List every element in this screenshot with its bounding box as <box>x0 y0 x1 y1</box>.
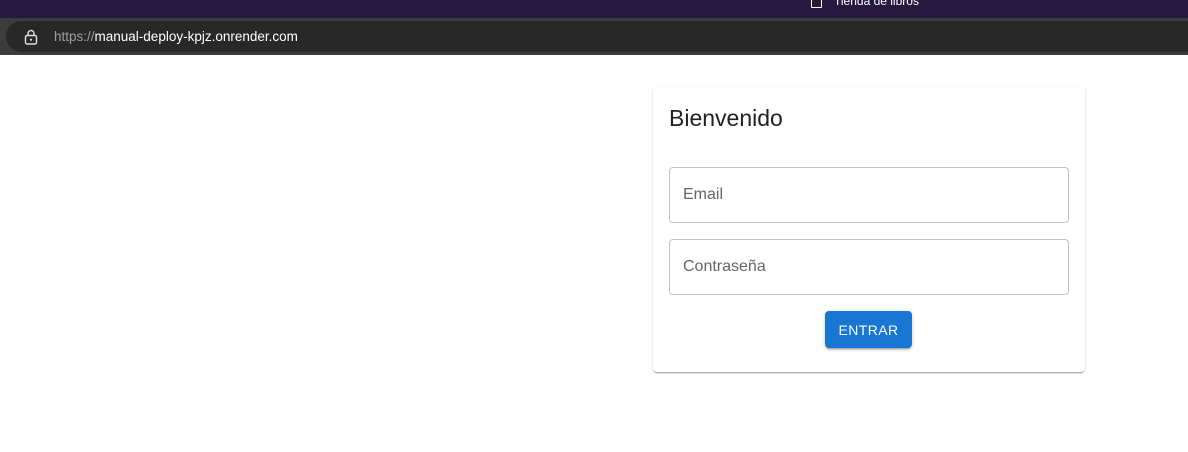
bookmark-label: Tienda de libros <box>834 0 919 8</box>
url-text[interactable]: https://manual-deploy-kpjz.onrender.com <box>54 29 298 44</box>
login-button[interactable]: ENTRAR <box>825 311 912 348</box>
url-host: manual-deploy-kpjz.onrender.com <box>94 29 298 44</box>
address-bar[interactable]: https://manual-deploy-kpjz.onrender.com <box>6 21 1188 52</box>
browser-toolbar: https://manual-deploy-kpjz.onrender.com <box>0 18 1188 55</box>
email-input[interactable] <box>670 168 1068 222</box>
page-title: Bienvenido <box>669 105 783 131</box>
email-field[interactable] <box>669 167 1069 223</box>
password-field[interactable] <box>669 239 1069 295</box>
page-viewport: Bienvenido ENTRAR <box>0 55 1188 452</box>
browser-tab-strip: Tienda de libros <box>0 0 1188 18</box>
bookmark-item[interactable]: Tienda de libros <box>811 0 919 8</box>
lock-icon[interactable] <box>24 29 38 45</box>
url-scheme: https:// <box>54 29 95 44</box>
login-card: Bienvenido ENTRAR <box>653 87 1085 372</box>
password-input[interactable] <box>670 240 1068 294</box>
bookmark-page-icon <box>811 0 822 8</box>
